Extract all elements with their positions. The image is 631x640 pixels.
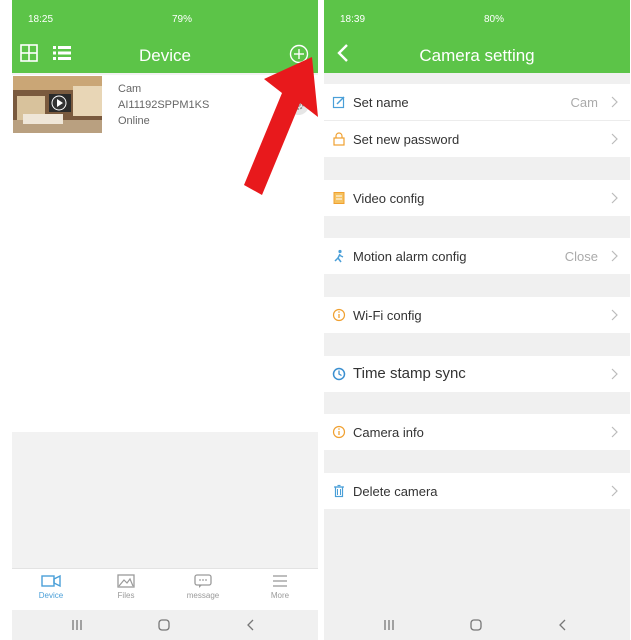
setting-label: Motion alarm config bbox=[353, 249, 467, 264]
status-time: 18:39 bbox=[340, 14, 366, 25]
red-arrow-icon bbox=[244, 57, 318, 195]
setting-row-password[interactable]: Set new password bbox=[324, 121, 630, 157]
status-battery: 79% bbox=[172, 14, 193, 25]
setting-label: Set name bbox=[353, 95, 409, 110]
setting-row-camera-info[interactable]: Camera info bbox=[324, 414, 630, 450]
device-name: Cam bbox=[118, 83, 142, 95]
setting-label: Video config bbox=[353, 191, 425, 206]
tab-files[interactable]: Files bbox=[96, 573, 156, 600]
trash-icon bbox=[334, 484, 344, 498]
setting-label: Set new password bbox=[353, 132, 460, 147]
setting-row-time-sync[interactable]: Time stamp sync bbox=[324, 356, 630, 392]
setting-row-delete-camera[interactable]: Delete camera bbox=[324, 473, 630, 509]
home-icon[interactable] bbox=[469, 618, 483, 632]
status-bar: 18:25 79% bbox=[12, 0, 318, 36]
info-icon bbox=[332, 425, 346, 439]
back-nav-icon[interactable] bbox=[556, 618, 570, 632]
setting-label: Delete camera bbox=[353, 484, 438, 499]
status-bar: 18:39 80% bbox=[324, 0, 630, 36]
tab-label: More bbox=[270, 591, 290, 600]
camera-icon bbox=[41, 574, 61, 588]
top-bar: 18:39 80% Camera setting bbox=[324, 0, 630, 73]
camera-setting-screen: 18:39 80% Camera setting Set name Cam Se… bbox=[324, 0, 630, 640]
chevron-right-icon bbox=[611, 133, 618, 145]
lock-icon bbox=[333, 132, 345, 146]
status-time: 18:25 bbox=[28, 14, 54, 25]
device-list-area bbox=[12, 216, 318, 432]
setting-label: Camera info bbox=[353, 425, 424, 440]
chevron-right-icon bbox=[611, 309, 618, 321]
chevron-right-icon bbox=[611, 485, 618, 497]
recent-apps-icon[interactable] bbox=[382, 618, 396, 632]
setting-label: Wi-Fi config bbox=[353, 308, 422, 323]
setting-row-wifi-config[interactable]: Wi-Fi config bbox=[324, 297, 630, 333]
setting-row-motion-alarm[interactable]: Motion alarm config Close bbox=[324, 238, 630, 274]
device-screen: 18:25 79% Device Cam AI11192SPPM1KS Onli… bbox=[12, 0, 318, 640]
menu-icon bbox=[273, 575, 287, 587]
tab-label: Device bbox=[38, 591, 64, 600]
bottom-tab-bar: Device Files message More bbox=[12, 568, 318, 610]
tab-device[interactable]: Device bbox=[21, 573, 81, 600]
home-icon[interactable] bbox=[157, 618, 171, 632]
back-nav-icon[interactable] bbox=[244, 618, 258, 632]
recent-apps-icon[interactable] bbox=[70, 618, 84, 632]
chevron-right-icon bbox=[611, 250, 618, 262]
chevron-right-icon bbox=[611, 192, 618, 204]
tab-label: message bbox=[186, 591, 220, 600]
setting-row-video-config[interactable]: Video config bbox=[324, 180, 630, 216]
camera-thumbnail[interactable] bbox=[13, 76, 102, 133]
setting-label: Time stamp sync bbox=[353, 365, 466, 382]
setting-value: Cam bbox=[570, 95, 598, 110]
device-id: AI11192SPPM1KS bbox=[118, 99, 210, 111]
tab-message[interactable]: message bbox=[173, 573, 233, 600]
setting-row-set-name[interactable]: Set name Cam bbox=[324, 84, 630, 120]
info-icon bbox=[332, 308, 346, 322]
clock-icon bbox=[332, 367, 346, 381]
image-icon bbox=[117, 574, 135, 588]
status-battery: 80% bbox=[484, 14, 505, 25]
system-nav-bar bbox=[324, 610, 630, 640]
edit-icon bbox=[332, 96, 345, 109]
system-nav-bar bbox=[12, 610, 318, 640]
thumbnail-image bbox=[13, 76, 102, 133]
page-title: Camera setting bbox=[419, 46, 535, 65]
device-status: Online bbox=[118, 115, 150, 127]
message-icon bbox=[194, 574, 212, 588]
setting-value: Close bbox=[564, 249, 598, 264]
tab-more[interactable]: More bbox=[250, 573, 310, 600]
chevron-right-icon bbox=[611, 426, 618, 438]
chevron-right-icon bbox=[611, 96, 618, 108]
tab-label: Files bbox=[117, 591, 135, 600]
motion-icon bbox=[334, 249, 344, 263]
video-config-icon bbox=[333, 192, 345, 204]
chevron-right-icon bbox=[611, 368, 618, 380]
